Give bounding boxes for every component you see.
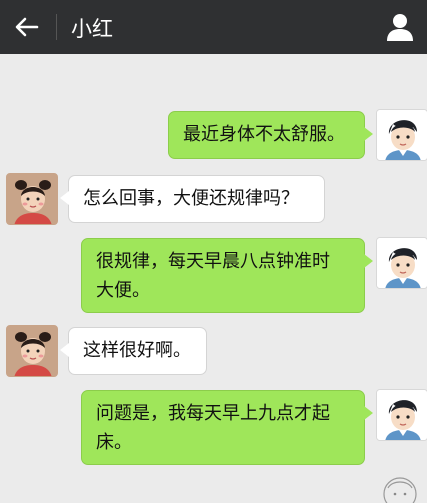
back-button[interactable] [12, 12, 42, 42]
partial-avatar [380, 474, 420, 503]
outgoing-message[interactable]: 问题是，我每天早上九点才起 床。 [81, 390, 373, 465]
message-text: 怎么回事，大便还规律吗？ [83, 188, 299, 209]
message-text: 床。 [96, 432, 132, 453]
boy-avatar-icon [377, 110, 427, 160]
outgoing-message[interactable]: 很规律，每天早晨八点钟准时 大便。 [81, 238, 373, 313]
incoming-message[interactable]: 这样很好啊。 [60, 327, 207, 375]
arrow-left-icon [15, 17, 39, 37]
header-divider [56, 14, 57, 40]
my-avatar[interactable] [376, 389, 427, 441]
girl-avatar-icon [7, 326, 57, 376]
message-text: 最近身体不太舒服。 [183, 124, 345, 145]
chat-header: 小红 [0, 0, 427, 54]
xiaohong-avatar[interactable] [6, 173, 58, 225]
message-text: 很规律，每天早晨八点钟准时 [96, 251, 330, 272]
message-text: 问题是，我每天早上九点才起 [96, 403, 330, 424]
message-text: 大便。 [96, 280, 150, 301]
boy-avatar-icon [377, 238, 427, 288]
person-icon [387, 14, 413, 41]
chat-info-button[interactable] [383, 10, 417, 44]
my-avatar[interactable] [376, 237, 427, 289]
my-avatar[interactable] [376, 109, 427, 161]
boy-avatar-icon [377, 390, 427, 440]
xiaohong-avatar[interactable] [6, 325, 58, 377]
message-text: 这样很好啊。 [83, 340, 191, 361]
incoming-message[interactable]: 怎么回事，大便还规律吗？ [60, 175, 325, 223]
chat-title: 小红 [71, 17, 113, 41]
girl-avatar-icon [7, 174, 57, 224]
sketch-avatar-icon [383, 477, 417, 503]
outgoing-message[interactable]: 最近身体不太舒服。 [168, 111, 373, 159]
